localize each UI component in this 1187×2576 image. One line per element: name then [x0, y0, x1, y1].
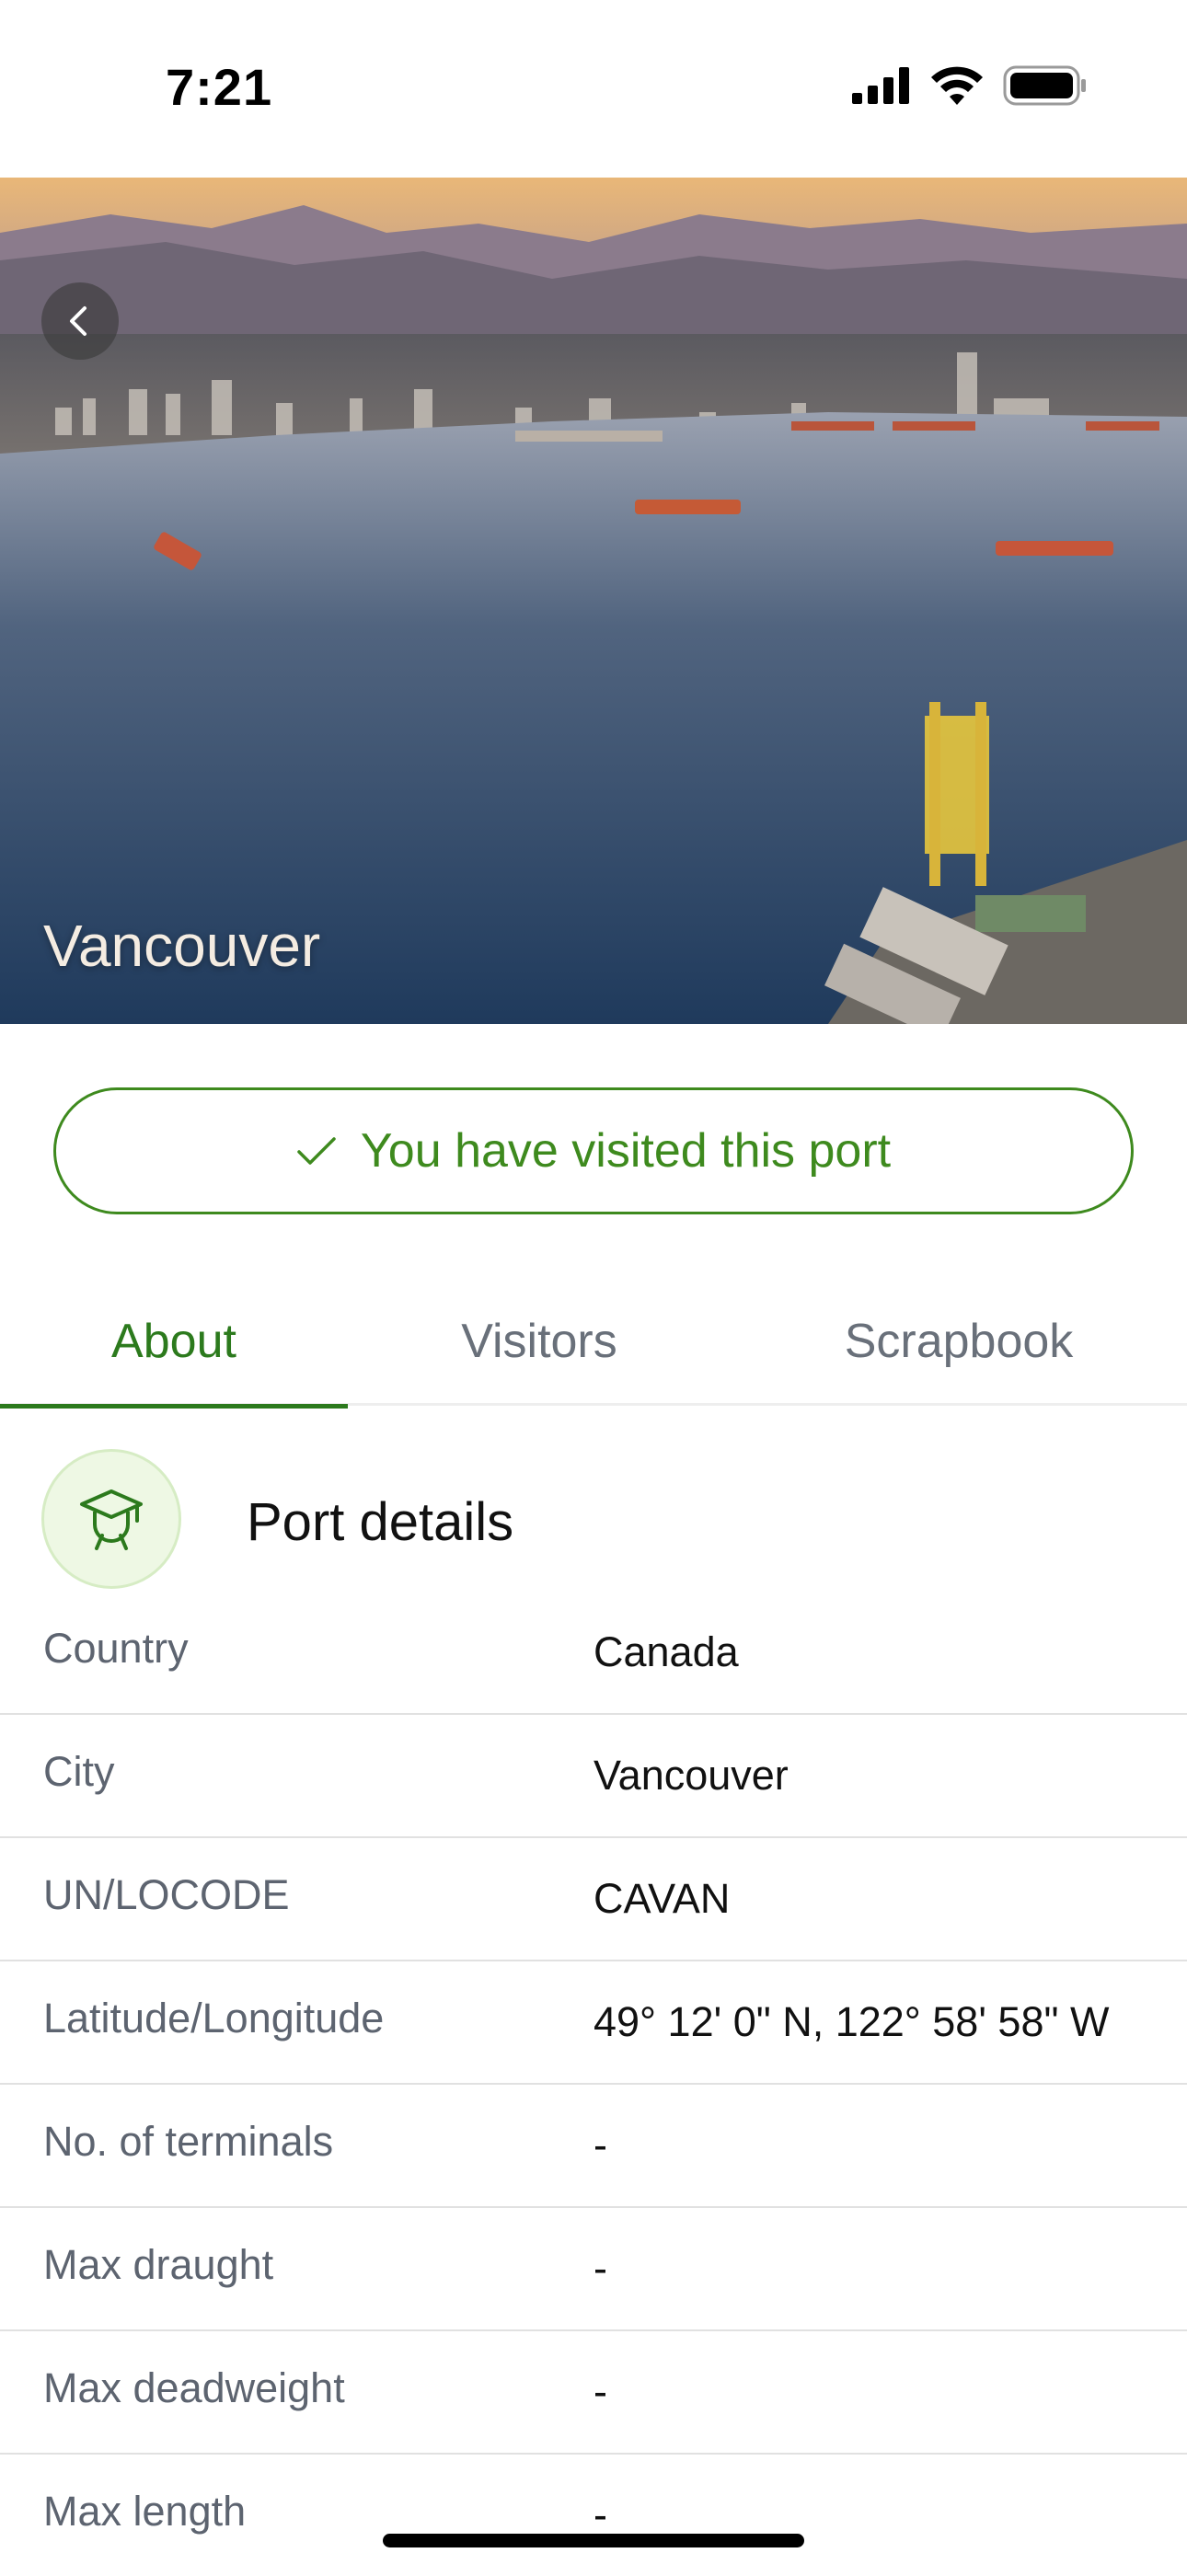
status-icons: [852, 64, 1088, 110]
port-details-list: Country Canada City Vancouver UN/LOCODE …: [0, 1592, 1187, 2576]
detail-value: CAVAN: [594, 1875, 731, 1922]
detail-label: City: [43, 1748, 115, 1795]
tab-label: Scrapbook: [844, 1315, 1074, 1368]
section-title: Port details: [247, 1492, 514, 1552]
detail-row-unlocode: UN/LOCODE CAVAN: [0, 1838, 1187, 1961]
tab-visitors[interactable]: Visitors: [348, 1277, 731, 1406]
chevron-left-icon: [70, 306, 86, 336]
detail-row-terminals: No. of terminals -: [0, 2085, 1187, 2208]
detail-label: UN/LOCODE: [43, 1871, 290, 1918]
wifi-icon: [931, 66, 983, 109]
detail-row-country: Country Canada: [0, 1592, 1187, 1715]
tab-scrapbook[interactable]: Scrapbook: [731, 1277, 1187, 1406]
detail-value: Vancouver: [594, 1752, 789, 1799]
status-bar: 7:21: [0, 0, 1187, 178]
detail-row-city: City Vancouver: [0, 1715, 1187, 1838]
detail-value: -: [594, 2368, 607, 2415]
detail-row-max-length: Max length -: [0, 2455, 1187, 2576]
detail-label: No. of terminals: [43, 2118, 334, 2165]
checkmark-icon: [297, 1137, 336, 1165]
detail-label: Max draught: [43, 2241, 274, 2288]
visited-port-button[interactable]: You have visited this port: [53, 1087, 1134, 1214]
detail-value: Canada: [594, 1628, 739, 1675]
harbor-photo: [0, 178, 1187, 1024]
detail-value: 49° 12' 0" N, 122° 58' 58" W: [594, 1998, 1110, 2045]
port-title: Vancouver: [43, 913, 321, 979]
detail-label: Country: [43, 1625, 189, 1672]
tab-bar: About Visitors Scrapbook: [0, 1277, 1187, 1409]
detail-row-latlong: Latitude/Longitude 49° 12' 0" N, 122° 58…: [0, 1961, 1187, 2085]
home-indicator[interactable]: [383, 2534, 804, 2547]
back-button[interactable]: [41, 282, 119, 360]
detail-value: -: [594, 2245, 607, 2292]
tab-label: About: [111, 1315, 236, 1368]
status-time: 7:21: [166, 58, 273, 116]
active-tab-indicator: [0, 1404, 348, 1409]
detail-label: Latitude/Longitude: [43, 1995, 385, 2041]
battery-icon: [1003, 65, 1088, 110]
detail-value: -: [594, 2122, 607, 2168]
detail-row-max-deadweight: Max deadweight -: [0, 2331, 1187, 2455]
visited-port-label: You have visited this port: [360, 1124, 892, 1178]
cellular-signal-icon: [852, 66, 911, 109]
detail-label: Max length: [43, 2488, 247, 2535]
port-details-header: Port details: [0, 1449, 1187, 1596]
detail-row-max-draught: Max draught -: [0, 2208, 1187, 2331]
tab-label: Visitors: [461, 1315, 617, 1368]
detail-label: Max deadweight: [43, 2364, 345, 2411]
hero-image: Vancouver: [0, 178, 1187, 1024]
graduate-icon: [41, 1449, 181, 1589]
tab-about[interactable]: About: [0, 1277, 348, 1409]
